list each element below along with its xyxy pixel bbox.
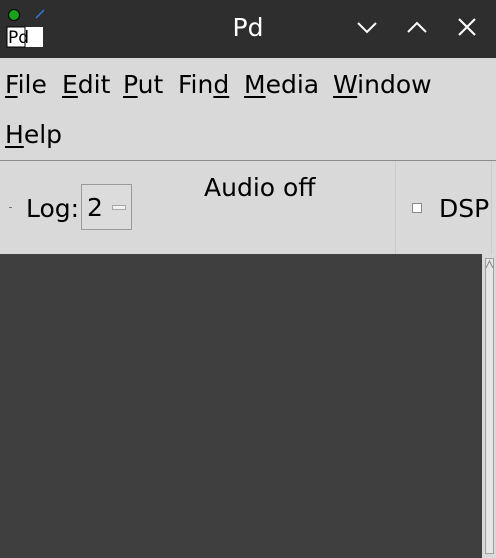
menu-window-mnemonic: W bbox=[333, 70, 358, 99]
menu-file[interactable]: File bbox=[5, 69, 47, 101]
scroll-up-arrow-icon[interactable] bbox=[485, 258, 494, 270]
console-log-area[interactable] bbox=[0, 254, 482, 558]
dsp-divider bbox=[395, 161, 396, 254]
menu-media-mnemonic: M bbox=[244, 70, 266, 99]
dropdown-indicator-icon bbox=[112, 205, 126, 210]
menu-put[interactable]: Put bbox=[123, 69, 163, 101]
dsp-checkbox[interactable] bbox=[412, 203, 422, 213]
minimize-icon bbox=[357, 22, 377, 34]
toolbar-handle bbox=[9, 207, 12, 208]
menu-window[interactable]: Window bbox=[333, 69, 432, 101]
menu-find-mnemonic: d bbox=[213, 70, 230, 99]
log-level-select[interactable]: 2 bbox=[81, 184, 132, 230]
minimize-button[interactable] bbox=[354, 14, 380, 40]
status-bar: Log: 2 Audio off DSP bbox=[0, 161, 496, 254]
pd-icon-text: Pd bbox=[8, 28, 29, 48]
log-label: Log: bbox=[26, 194, 80, 223]
menu-bar: File Edit Put Find Media Window Help bbox=[0, 58, 496, 160]
menu-find[interactable]: Find bbox=[178, 69, 229, 101]
menu-edit[interactable]: Edit bbox=[62, 69, 110, 101]
title-bar[interactable]: Pd Pd bbox=[0, 0, 496, 58]
maximize-icon bbox=[407, 21, 427, 33]
close-icon bbox=[458, 18, 476, 36]
audio-status-text: Audio off bbox=[204, 173, 316, 202]
menu-help[interactable]: Help bbox=[5, 119, 62, 151]
menu-help-mnemonic: H bbox=[5, 120, 24, 149]
dsp-label[interactable]: DSP bbox=[439, 193, 489, 225]
scrollbar-trough[interactable] bbox=[485, 258, 494, 554]
menu-file-mnemonic: F bbox=[5, 70, 18, 99]
console-scrollbar[interactable] bbox=[482, 254, 496, 558]
pd-app-icon: Pd bbox=[6, 9, 45, 48]
status-right-edge bbox=[491, 161, 492, 254]
log-level-value: 2 bbox=[87, 193, 103, 222]
close-button[interactable] bbox=[454, 14, 480, 40]
menu-media[interactable]: Media bbox=[244, 69, 319, 101]
maximize-button[interactable] bbox=[404, 14, 430, 40]
menu-put-mnemonic: P bbox=[123, 70, 138, 99]
menu-edit-mnemonic: E bbox=[62, 70, 78, 99]
